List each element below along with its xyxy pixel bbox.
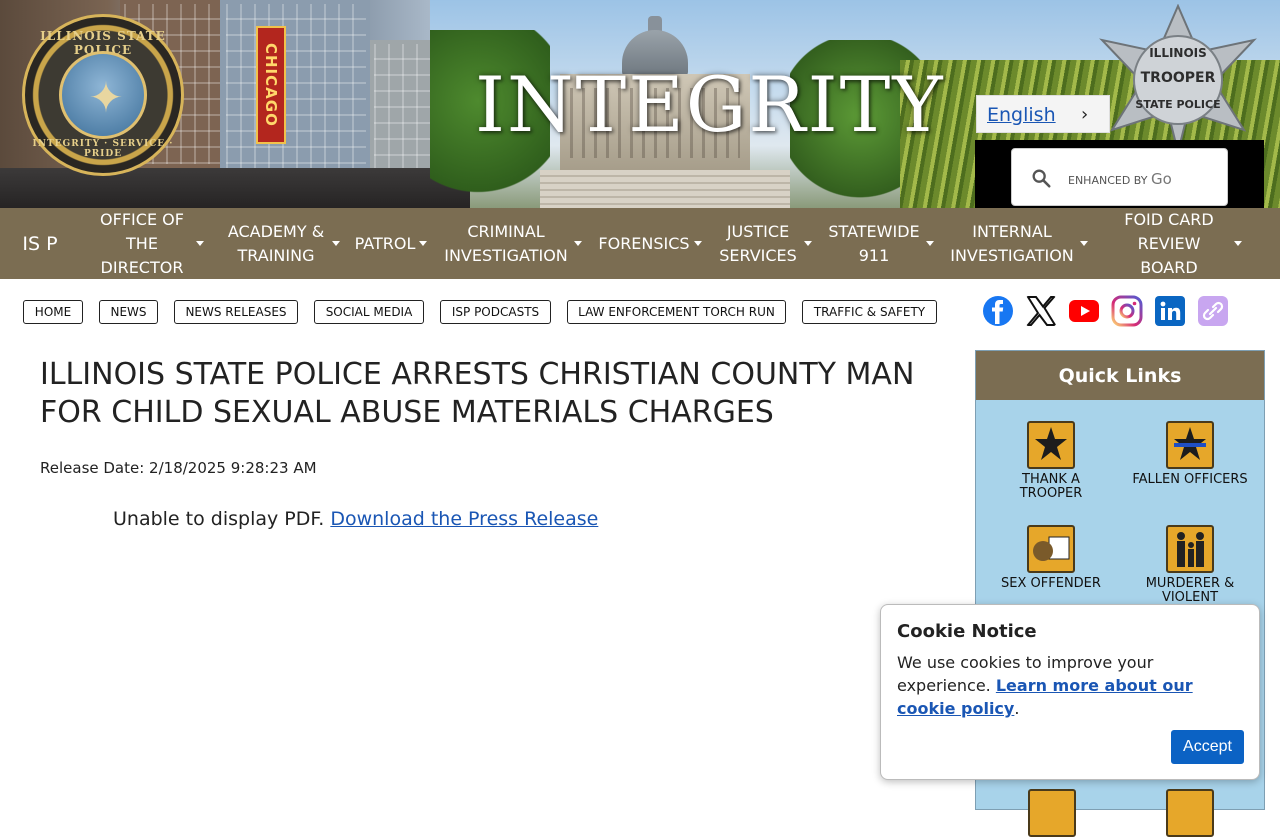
caret-down-icon	[693, 241, 702, 246]
x-icon[interactable]	[1025, 295, 1057, 327]
star-badge-icon	[1027, 421, 1075, 469]
util-link-home[interactable]: HOME	[23, 300, 83, 324]
quick-link-icon-partial[interactable]	[1028, 789, 1076, 837]
caret-down-icon	[926, 241, 934, 246]
language-selector[interactable]: English ›	[976, 95, 1110, 133]
util-link-torch-run[interactable]: LAW ENFORCEMENT TORCH RUN	[567, 300, 786, 324]
util-link-social-media[interactable]: SOCIAL MEDIA	[314, 300, 424, 324]
caret-down-icon	[419, 241, 428, 246]
mourning-badge-icon	[1166, 421, 1214, 469]
cookie-message: We use cookies to improve your experienc…	[897, 653, 1193, 718]
pdf-fallback-text: Unable to display PDF.	[113, 508, 325, 530]
youtube-icon[interactable]	[1068, 295, 1100, 327]
search-placeholder: ENHANCED BY Go	[1068, 170, 1172, 188]
trooper-badge-logo: ILLINOIS TROOPER STATE POLICE	[1090, 4, 1266, 154]
chevron-right-icon: ›	[1081, 104, 1089, 125]
nav-item-academy-training[interactable]: ACADEMY & TRAINING	[222, 208, 342, 279]
release-date: Release Date: 2/18/2025 9:28:23 AM	[40, 459, 317, 477]
util-link-news[interactable]: NEWS	[99, 300, 158, 324]
badge-text-3: STATE POLICE	[1135, 98, 1221, 111]
search-panel: ENHANCED BY Go	[975, 140, 1264, 208]
quick-link-fallen-officers[interactable]: FALLEN OFFICERS	[1130, 421, 1250, 487]
banner-title: INTEGRITY	[475, 60, 945, 149]
quick-link-thank-a-trooper[interactable]: THANK A TROOPER	[991, 421, 1111, 501]
nav-item-forensics[interactable]: FORENSICS	[594, 208, 706, 279]
search-input[interactable]: ENHANCED BY Go	[1011, 148, 1228, 206]
link-icon[interactable]	[1197, 295, 1229, 327]
caret-down-icon	[1234, 241, 1242, 246]
facebook-icon[interactable]	[982, 295, 1014, 327]
download-press-release-link[interactable]: Download the Press Release	[330, 508, 598, 530]
instagram-icon[interactable]	[1111, 295, 1143, 327]
accept-cookies-button[interactable]: Accept	[1171, 730, 1244, 764]
nav-item-patrol[interactable]: PATROL	[350, 208, 432, 279]
seal-center: ✦	[59, 51, 147, 139]
badge-text-1: ILLINOIS	[1149, 46, 1207, 60]
family-icon	[1166, 525, 1214, 573]
search-icon[interactable]	[1030, 167, 1052, 189]
caret-down-icon	[332, 241, 340, 246]
caret-down-icon	[574, 241, 582, 246]
util-link-isp-podcasts[interactable]: ISP PODCASTS	[440, 300, 551, 324]
caret-down-icon	[804, 241, 812, 246]
quick-link-murderer-violent[interactable]: MURDERER & VIOLENT	[1130, 525, 1250, 605]
chicago-theater-sign: CHICAGO	[256, 26, 286, 144]
nav-item-criminal-investigation[interactable]: CRIMINAL INVESTIGATION	[440, 208, 584, 279]
linkedin-icon[interactable]	[1154, 295, 1186, 327]
nav-item-isp[interactable]: IS P	[22, 208, 58, 279]
caret-down-icon	[196, 241, 204, 246]
nav-item-foid-card-review-board[interactable]: FOID CARD REVIEW BOARD	[1110, 208, 1246, 279]
caret-down-icon	[1080, 241, 1088, 246]
pdf-fallback-message: Unable to display PDF. Download the Pres…	[113, 508, 598, 530]
util-link-news-releases[interactable]: NEWS RELEASES	[174, 300, 298, 324]
seal-bottom-text: INTEGRITY · SERVICE · PRIDE	[32, 139, 174, 159]
nav-item-office-of-the-director[interactable]: OFFICE OF THE DIRECTOR	[82, 208, 214, 279]
cookie-title: Cookie Notice	[897, 621, 1037, 642]
quick-link-icon-partial[interactable]	[1166, 789, 1214, 837]
badge-text-2: TROOPER	[1140, 70, 1216, 86]
quick-links-title: Quick Links	[976, 351, 1264, 400]
nav-item-statewide-911[interactable]: STATEWIDE 911	[824, 208, 936, 279]
offender-icon	[1027, 525, 1075, 573]
eagle-icon: ✦	[88, 73, 124, 122]
util-link-traffic-safety[interactable]: TRAFFIC & SAFETY	[802, 300, 937, 324]
cookie-notice: Cookie Notice We use cookies to improve …	[880, 604, 1260, 780]
quick-link-sex-offender[interactable]: SEX OFFENDER	[991, 525, 1111, 591]
nav-item-justice-services[interactable]: JUSTICE SERVICES	[714, 208, 814, 279]
isp-seal-logo[interactable]: ILLINOIS STATE POLICE ✦ INTEGRITY · SERV…	[22, 14, 184, 176]
main-navigation: IS P OFFICE OF THE DIRECTOR ACADEMY & TR…	[0, 208, 1280, 279]
nav-item-internal-investigation[interactable]: INTERNAL INVESTIGATION	[946, 208, 1090, 279]
press-release-headline: ILLINOIS STATE POLICE ARRESTS CHRISTIAN …	[40, 357, 915, 430]
language-label[interactable]: English	[987, 104, 1056, 126]
